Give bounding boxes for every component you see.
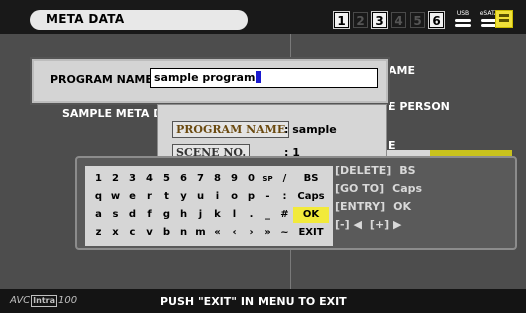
key-2-6[interactable]: j — [193, 207, 208, 223]
key-1-4[interactable]: t — [159, 189, 174, 205]
slot-2-indicator: 2 — [353, 12, 368, 28]
menu-item-person-partial[interactable]: E PERSON — [388, 100, 450, 113]
key-1-12[interactable]: Caps — [293, 189, 329, 205]
key-3-12[interactable]: EXIT — [293, 225, 329, 241]
usb-drive-icon: USB — [452, 10, 474, 30]
help-row: [ENTRY] OK — [335, 200, 411, 213]
help-key: BS — [399, 164, 416, 177]
key-0-2[interactable]: 3 — [125, 171, 140, 187]
help-row: [DELETE] BS — [335, 164, 416, 177]
help-action: [GO TO] — [335, 182, 385, 195]
key-2-9[interactable]: . — [244, 207, 259, 223]
key-3-7[interactable]: « — [210, 225, 225, 241]
metadata-info-popup: PROGRAM NAME : sample SCENE NO. : 1 — [157, 104, 387, 164]
key-1-5[interactable]: y — [176, 189, 191, 205]
help-key: [+] ▶ — [369, 218, 402, 231]
program-name-label: PROGRAM NAME — [50, 73, 153, 86]
status-message: PUSH "EXIT" IN MENU TO EXIT — [160, 295, 347, 308]
key-3-8[interactable]: ‹ — [227, 225, 242, 241]
key-2-3[interactable]: f — [142, 207, 157, 223]
key-3-9[interactable]: › — [244, 225, 259, 241]
key-0-7[interactable]: 8 — [210, 171, 225, 187]
key-3-5[interactable]: n — [176, 225, 191, 241]
key-1-0[interactable]: q — [91, 189, 106, 205]
key-3-6[interactable]: m — [193, 225, 208, 241]
bottom-bar: AVC Intra 100 PUSH "EXIT" IN MENU TO EXIT — [0, 289, 526, 313]
key-3-0[interactable]: z — [91, 225, 106, 241]
key-1-9[interactable]: p — [244, 189, 259, 205]
key-3-4[interactable]: b — [159, 225, 174, 241]
software-keyboard: 1 2 3 4 5 6 7 8 9 0 SP / BS q w e r t y u i o p -: Caps a s d f g h j k l… — [75, 156, 517, 250]
key-1-7[interactable]: i — [210, 189, 225, 205]
key-2-5[interactable]: h — [176, 207, 191, 223]
screen-title: META DATA — [46, 12, 125, 26]
key-2-2[interactable]: d — [125, 207, 140, 223]
key-0-9[interactable]: 0 — [244, 171, 259, 187]
text-cursor — [256, 71, 262, 83]
key-1-10[interactable]: - — [260, 189, 275, 205]
key-2-8[interactable]: l — [227, 207, 242, 223]
sample-meta-data-item[interactable]: SAMPLE META D — [62, 107, 162, 120]
keyboard-key-panel: 1 2 3 4 5 6 7 8 9 0 SP / BS q w e r t y u i o p -: Caps a s d f g h j k l… — [85, 166, 333, 246]
key-0-10[interactable]: SP — [260, 171, 275, 187]
help-action: [-] ◀ — [335, 218, 362, 231]
key-1-2[interactable]: e — [125, 189, 140, 205]
key-2-0[interactable]: a — [91, 207, 106, 223]
key-3-3[interactable]: v — [142, 225, 157, 241]
title-pill: META DATA — [30, 10, 248, 30]
program-name-info-value: : sample — [284, 123, 337, 136]
help-row: [-] ◀ [+] ▶ — [335, 218, 401, 231]
key-2-1[interactable]: s — [108, 207, 123, 223]
menu-item-program-name-partial[interactable]: AME — [388, 64, 415, 77]
slot-3-indicator: 3 — [371, 11, 388, 29]
key-1-1[interactable]: w — [108, 189, 123, 205]
key-0-4[interactable]: 5 — [159, 171, 174, 187]
key-0-1[interactable]: 2 — [108, 171, 123, 187]
slot-indicators: 1 2 3 4 5 6 USB eSATA — [333, 10, 500, 30]
key-0-8[interactable]: 9 — [227, 171, 242, 187]
usb-label: USB — [456, 10, 470, 17]
meta-data-screen: META DATA 1 2 3 4 5 6 USB eSATA AME E PE… — [0, 0, 526, 313]
key-1-11[interactable]: : — [277, 189, 292, 205]
key-3-1[interactable]: x — [108, 225, 123, 241]
key-2-7[interactable]: k — [210, 207, 225, 223]
key-1-3[interactable]: r — [142, 189, 157, 205]
battery-icon — [495, 10, 513, 28]
help-key: Caps — [392, 182, 423, 195]
key-2-12[interactable]: OK — [293, 207, 329, 223]
key-3-11[interactable]: ~ — [277, 225, 292, 241]
key-1-8[interactable]: o — [227, 189, 242, 205]
program-name-dialog: PROGRAM NAME sample program — [30, 57, 390, 105]
key-0-5[interactable]: 6 — [176, 171, 191, 187]
program-name-tag: PROGRAM NAME — [172, 121, 290, 138]
key-0-0[interactable]: 1 — [91, 171, 106, 187]
key-3-10[interactable]: » — [260, 225, 275, 241]
help-action: [ENTRY] — [335, 200, 386, 213]
key-1-6[interactable]: u — [193, 189, 208, 205]
key-2-11[interactable]: # — [277, 207, 292, 223]
key-3-2[interactable]: c — [125, 225, 140, 241]
slot-4-indicator: 4 — [391, 12, 406, 28]
help-row: [GO TO] Caps — [335, 182, 422, 195]
top-bar: META DATA 1 2 3 4 5 6 USB eSATA — [0, 0, 526, 34]
program-name-value: sample program — [154, 71, 256, 84]
key-0-12[interactable]: BS — [293, 171, 329, 187]
key-0-11[interactable]: / — [277, 171, 292, 187]
slot-5-indicator: 5 — [410, 12, 425, 28]
help-key: OK — [393, 200, 411, 213]
key-2-10[interactable]: _ — [260, 207, 275, 223]
key-0-3[interactable]: 4 — [142, 171, 157, 187]
avc-intra-logo: AVC Intra 100 — [10, 295, 78, 307]
help-action: [DELETE] — [335, 164, 392, 177]
key-2-4[interactable]: g — [159, 207, 174, 223]
slot-6-indicator: 6 — [428, 11, 445, 29]
program-name-field[interactable]: sample program — [150, 68, 378, 88]
key-0-6[interactable]: 7 — [193, 171, 208, 187]
slot-1-indicator: 1 — [333, 11, 350, 29]
